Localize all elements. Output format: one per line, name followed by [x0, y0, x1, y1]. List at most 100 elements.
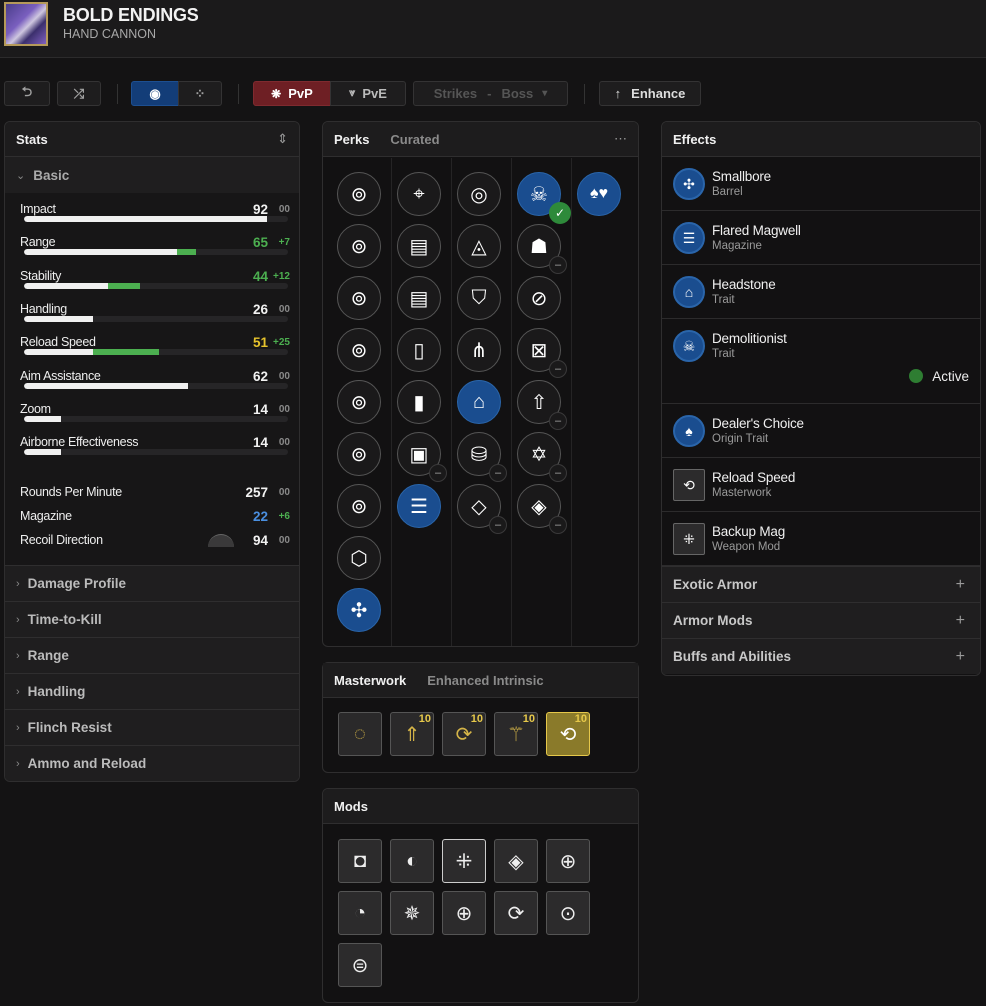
empty-mod[interactable]: ◘ [338, 839, 382, 883]
trait-perk[interactable]: ⋔ [457, 328, 501, 372]
stat-section-handling[interactable]: › Handling [5, 673, 299, 709]
magazine-perk[interactable]: ▯ [397, 328, 441, 372]
barrel-perk[interactable]: ⊚ [337, 276, 381, 320]
trait-icon: ⇧ [530, 391, 548, 414]
plus-icon[interactable]: + [956, 576, 965, 594]
plus-icon[interactable]: + [956, 648, 965, 666]
remove-perk-icon[interactable]: – [429, 464, 447, 482]
view-single-button[interactable]: ◉ [131, 81, 179, 106]
stat-row: Airborne Effectiveness 14 00 [20, 435, 290, 459]
tab-masterwork[interactable]: Masterwork [334, 673, 406, 688]
magazine-perk[interactable]: ⌖ [397, 172, 441, 216]
remove-perk-icon[interactable]: – [549, 464, 567, 482]
stat-name: Stability [20, 268, 62, 283]
arrow-up-icon: ↑ [614, 86, 622, 101]
reload-masterwork[interactable]: ⟲ 10 [546, 712, 590, 756]
trait-perk[interactable]: ⊘ [517, 276, 561, 320]
randomize-button[interactable]: ⤮ [57, 81, 101, 106]
remove-perk-icon[interactable]: – [489, 464, 507, 482]
tab-enhanced-intrinsic[interactable]: Enhanced Intrinsic [427, 673, 543, 688]
remove-perk-icon[interactable]: – [549, 360, 567, 378]
effects-section-buffs-and-abilities[interactable]: Buffs and Abilities + [662, 638, 980, 674]
trait-perk[interactable]: ⛉ [457, 276, 501, 320]
trait-icon: ◇ [471, 495, 487, 518]
handling-masterwork-icon: ⟳ [455, 723, 473, 746]
dealers-choice-perk[interactable]: ♠♥ [577, 172, 621, 216]
magazine-perk[interactable]: ▤ [397, 276, 441, 320]
pvp-button[interactable]: ❋ PvP [253, 81, 331, 106]
flared-magwell-perk[interactable]: ☰ [397, 484, 441, 528]
magazine-icon: ▤ [409, 235, 429, 258]
stat-name: Magazine [20, 509, 72, 523]
plus-icon[interactable]: + [956, 612, 965, 630]
backup-mag-mod[interactable]: ⁜ [442, 839, 486, 883]
trait-icon: ◎ [470, 183, 488, 206]
stat-section-flinch-resist[interactable]: › Flinch Resist [5, 709, 299, 745]
reload-mod[interactable]: ⊙ [546, 891, 590, 935]
stat-section-time-to-kill[interactable]: › Time-to-Kill [5, 601, 299, 637]
pve-button[interactable]: ⩔ PvE [330, 81, 406, 106]
mag-mod[interactable]: ⊜ [338, 943, 382, 987]
barrel-perk[interactable]: ⊚ [337, 380, 381, 424]
remove-perk-icon[interactable]: – [549, 256, 567, 274]
check-icon: ✓ [549, 202, 571, 224]
targeting-mod[interactable]: ⊕ [546, 839, 590, 883]
stat-modifier: 00 [278, 535, 290, 546]
reorder-icon[interactable]: ⇕ [277, 131, 288, 147]
stability-masterwork[interactable]: ⚚ 10 [494, 712, 538, 756]
stat-row: Aim Assistance 62 00 [20, 369, 290, 393]
stat-section-damage-profile[interactable]: › Damage Profile [5, 565, 299, 601]
trait-perk[interactable]: ◎ [457, 172, 501, 216]
snowflake-mod[interactable]: ✵ [390, 891, 434, 935]
remove-perk-icon[interactable]: – [489, 516, 507, 534]
headstone-icon-glyph: ⌂ [684, 284, 694, 300]
headstone-perk[interactable]: ⌂ [457, 380, 501, 424]
masterwork-level: 10 [418, 713, 431, 725]
effect-type: Masterwork [712, 487, 772, 499]
magazine-perk[interactable]: ▮ [397, 380, 441, 424]
enhance-button[interactable]: ↑ Enhance [599, 81, 701, 106]
range-masterwork[interactable]: ⇑ 10 [390, 712, 434, 756]
effects-section-armor-mods[interactable]: Armor Mods + [662, 602, 980, 638]
barrel-perk[interactable]: ⊚ [337, 328, 381, 372]
half-circle-mod[interactable]: ◐ [390, 839, 434, 883]
smallbore-perk[interactable]: ✣ [337, 588, 381, 632]
magazine-perk[interactable]: ▤ [397, 224, 441, 268]
diamond-mod[interactable]: ◈ [494, 839, 538, 883]
pvp-icon: ❋ [271, 86, 282, 101]
tab-perks[interactable]: Perks [334, 132, 369, 147]
rotate-target-mod[interactable]: ⟳ [494, 891, 538, 935]
empty-socket[interactable]: ◌ [338, 712, 382, 756]
barrel-perk[interactable]: ⊚ [337, 484, 381, 528]
stat-modifier: +12 [273, 270, 290, 282]
tab-curated[interactable]: Curated [390, 132, 439, 147]
barrel-perk[interactable]: ⊚ [337, 432, 381, 476]
view-grid-button[interactable]: ⁘ [178, 81, 222, 106]
radar-mod[interactable]: ◔ [338, 891, 382, 935]
backup-mag-icon-glyph: ⁜ [683, 530, 695, 547]
snowflake-mod-icon: ✵ [403, 902, 421, 925]
effect-type: Trait [712, 294, 735, 306]
remove-perk-icon[interactable]: – [549, 516, 567, 534]
activity-dropdown[interactable]: Strikes - Boss ▾ [413, 81, 568, 106]
stat-section-ammo-and-reload[interactable]: › Ammo and Reload [5, 745, 299, 781]
effects-section-exotic-armor[interactable]: Exotic Armor + [662, 566, 980, 602]
stat-bar-base [24, 449, 61, 456]
trait-perk[interactable]: ◬ [457, 224, 501, 268]
remove-perk-icon[interactable]: – [549, 412, 567, 430]
barrel-perk[interactable]: ⊚ [337, 172, 381, 216]
stat-name: Range [20, 235, 56, 250]
handling-masterwork[interactable]: ⟳ 10 [442, 712, 486, 756]
stat-value: 94 [252, 533, 268, 548]
stability-masterwork-icon: ⚚ [507, 723, 525, 746]
masterwork-header: Masterwork Enhanced Intrinsic [323, 663, 638, 698]
undo-button[interactable]: ⮌ [4, 81, 50, 106]
stat-row: Stability 44 +12 [20, 269, 290, 293]
basic-section-toggle[interactable]: ⌄ Basic [5, 157, 299, 193]
more-icon[interactable]: ⋯ [614, 131, 627, 147]
stat-row: Rounds Per Minute 257 00 [20, 485, 290, 505]
barrel-perk[interactable]: ⬡ [337, 536, 381, 580]
stat-section-range[interactable]: › Range [5, 637, 299, 673]
freehand-mod[interactable]: ⊕ [442, 891, 486, 935]
barrel-perk[interactable]: ⊚ [337, 224, 381, 268]
